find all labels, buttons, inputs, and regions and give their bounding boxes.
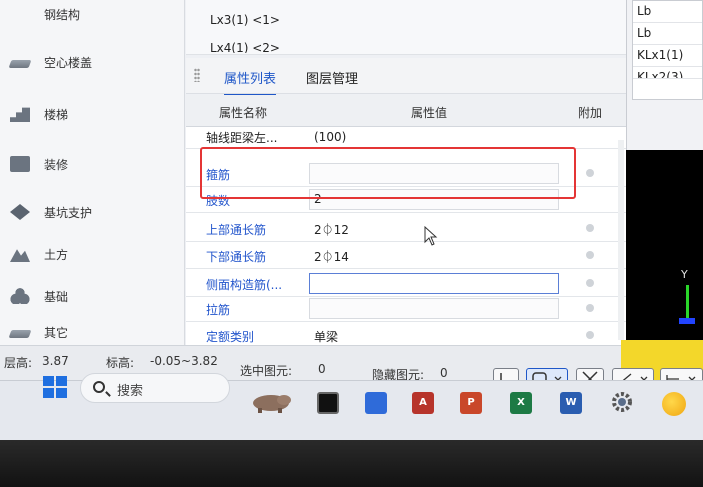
panel-tabs: 属性列表 图层管理 (186, 58, 626, 96)
property-value-input[interactable] (309, 273, 559, 294)
sidebar-item-pit-support[interactable]: 基坑支护 (0, 196, 185, 228)
sidebar-item-label: 装修 (44, 157, 69, 172)
sidebar-item-label: 基坑支护 (44, 205, 93, 220)
foundation-icon (10, 288, 30, 304)
element-list: Lb Lb KLx1(1) KLx2(3) (632, 0, 703, 100)
windows-start-icon[interactable] (43, 376, 67, 398)
column-header-value: 属性值 (411, 106, 448, 120)
attach-checkbox[interactable] (586, 331, 594, 339)
sidebar-item-label: 基础 (44, 289, 69, 304)
property-name: 侧面构造筋(... (206, 278, 283, 292)
task-view-icon[interactable] (317, 392, 339, 414)
sidebar-item-other[interactable]: 其它 (0, 320, 185, 344)
property-value[interactable]: 单梁 (309, 325, 559, 346)
attach-checkbox[interactable] (586, 304, 594, 312)
table-row[interactable]: 侧面构造筋(... (186, 271, 626, 297)
list-item[interactable]: Lx3(1) <1> (210, 13, 280, 27)
mouse-cursor-icon (424, 226, 438, 246)
access-app-icon[interactable]: A (412, 392, 434, 414)
elevation-label: 标高: (106, 356, 135, 370)
weather-sun-icon[interactable] (662, 392, 686, 416)
sidebar-item-foundation[interactable]: 基础 (0, 280, 185, 312)
tab-property-list[interactable]: 属性列表 (224, 68, 277, 96)
steel-icon (10, 6, 30, 22)
component-list: Lx3(1) <1> Lx4(1) <2> (186, 0, 626, 55)
table-row[interactable]: 下部通长筋 2⏀14 (186, 243, 626, 269)
drag-handle-icon[interactable] (194, 68, 200, 82)
list-item[interactable]: Lb (633, 23, 702, 45)
other-icon (8, 330, 32, 338)
sidebar-item-label: 钢结构 (44, 7, 81, 22)
property-table: 属性名称 属性值 附加 轴线距梁左... (100) 箍筋 肢数 2 上部通长筋… (186, 95, 626, 350)
sidebar-item-earthwork[interactable]: 土方 (0, 238, 185, 270)
laptop-bezel (0, 440, 703, 487)
property-value[interactable] (309, 298, 559, 319)
axis-z-icon (679, 318, 695, 324)
taskbar-search[interactable]: 搜索 (80, 373, 230, 403)
column-header-extra: 附加 (578, 106, 603, 120)
sidebar-item-label: 空心楼盖 (44, 55, 93, 70)
table-row[interactable]: 拉筋 (186, 296, 626, 322)
earth-icon (10, 249, 30, 262)
property-name: 上部通长筋 (206, 223, 267, 237)
attach-checkbox[interactable] (586, 169, 594, 177)
property-scrollbar[interactable] (618, 140, 624, 340)
column-header-name: 属性名称 (219, 106, 268, 120)
list-item[interactable]: KLx2(3) (633, 67, 702, 79)
store-icon[interactable] (365, 392, 387, 414)
property-table-header: 属性名称 属性值 附加 (186, 95, 626, 127)
tab-layer-management[interactable]: 图层管理 (306, 68, 358, 87)
word-app-icon[interactable]: W (560, 392, 582, 414)
highlight-box (200, 147, 576, 199)
sidebar-item-label: 土方 (44, 247, 69, 262)
attach-checkbox[interactable] (586, 251, 594, 259)
decoration-icon (10, 156, 30, 172)
settings-gear-icon[interactable] (610, 390, 634, 414)
selected-label: 选中图元: (240, 364, 293, 378)
table-row[interactable]: 上部通长筋 2⏀12 (186, 216, 626, 242)
axis-y-label: Y (681, 268, 688, 281)
pit-icon (10, 204, 30, 220)
selected-value: 0 (318, 362, 326, 376)
component-sidebar: 钢结构 空心楼盖 楼梯 装修 基坑支护 土方 基础 其它 (0, 0, 185, 345)
sidebar-item-hollow-slab[interactable]: 空心楼盖 (0, 46, 185, 78)
search-icon (93, 381, 105, 393)
sidebar-item-stair[interactable]: 楼梯 (0, 98, 185, 130)
axis-y-icon (686, 285, 689, 321)
excel-app-icon[interactable]: X (510, 392, 532, 414)
property-name: 定额类别 (206, 330, 255, 344)
list-item[interactable]: KLx1(1) (633, 45, 702, 67)
property-value[interactable]: 2⏀14 (309, 245, 559, 266)
sidebar-item-label: 其它 (44, 325, 69, 340)
property-name: 下部通长筋 (206, 250, 267, 264)
table-row[interactable]: 轴线距梁左... (100) (186, 127, 626, 149)
attach-checkbox[interactable] (586, 224, 594, 232)
floor-height-value: 3.87 (42, 354, 69, 368)
property-name: 拉筋 (206, 303, 231, 317)
sidebar-item-steel[interactable]: 钢结构 (0, 0, 185, 30)
powerpoint-app-icon[interactable]: P (460, 392, 482, 414)
screen: 钢结构 空心楼盖 楼梯 装修 基坑支护 土方 基础 其它 Lx3(1) <1> … (0, 0, 703, 440)
hippo-widget-icon[interactable] (250, 390, 292, 414)
search-placeholder: 搜索 (117, 384, 144, 399)
elevation-value: -0.05~3.82 (150, 354, 218, 368)
stair-icon (10, 107, 30, 122)
sidebar-item-decoration[interactable]: 装修 (0, 148, 185, 180)
attach-checkbox[interactable] (586, 279, 594, 287)
list-item[interactable]: Lb (633, 1, 702, 23)
floor-height-label: 层高: (4, 356, 33, 370)
property-value[interactable]: (100) (309, 127, 559, 148)
slab-icon (8, 60, 32, 68)
list-item[interactable]: Lx4(1) <2> (210, 41, 280, 53)
sidebar-item-label: 楼梯 (44, 107, 69, 122)
hidden-value: 0 (440, 366, 448, 380)
property-name: 轴线距梁左... (206, 131, 278, 145)
